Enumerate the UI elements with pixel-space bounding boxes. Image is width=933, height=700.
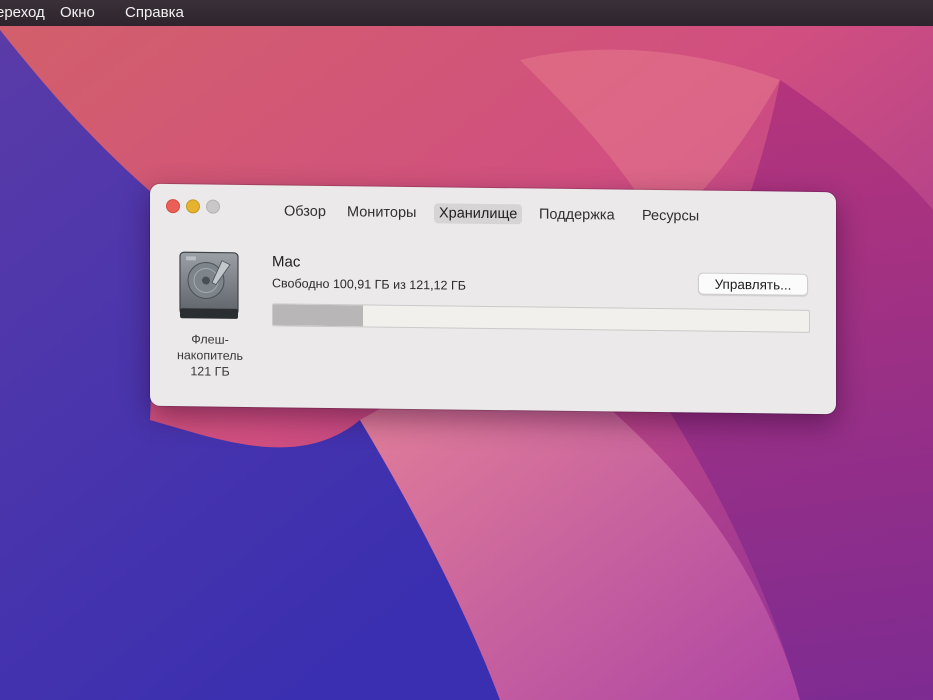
menu-item-go[interactable]: ереход [0, 4, 45, 21]
menu-bar: ереход Окно Справка [0, 0, 933, 26]
storage-used-segment [273, 304, 363, 327]
tab-storage[interactable]: Хранилище [434, 203, 523, 225]
window-titlebar[interactable]: Обзор Мониторы Хранилище Поддержка Ресур… [150, 184, 836, 236]
disk-caption: Флеш- накопитель 121 ГБ [170, 331, 250, 380]
minimize-button[interactable] [186, 199, 200, 214]
menu-item-window[interactable]: Окно [60, 4, 95, 21]
manage-button[interactable]: Управлять... [698, 272, 808, 296]
volume-free-space: Свободно 100,91 ГБ из 121,12 ГБ [272, 276, 466, 293]
tab-resources[interactable]: Ресурсы [637, 206, 704, 227]
disk-type-line1: Флеш- [191, 332, 229, 347]
volume-name: Mac [272, 253, 301, 271]
close-button[interactable] [166, 199, 180, 214]
menu-item-help[interactable]: Справка [125, 4, 184, 21]
tab-overview[interactable]: Обзор [279, 201, 331, 222]
about-this-mac-window: Обзор Мониторы Хранилище Поддержка Ресур… [150, 183, 836, 415]
disk-size: 121 ГБ [190, 364, 230, 379]
flash-drive-icon [179, 251, 239, 319]
tab-support[interactable]: Поддержка [534, 205, 620, 226]
tab-displays[interactable]: Мониторы [342, 202, 421, 223]
zoom-button[interactable] [206, 199, 220, 214]
storage-usage-bar [272, 303, 810, 333]
disk-type-line2: накопитель [176, 348, 244, 363]
